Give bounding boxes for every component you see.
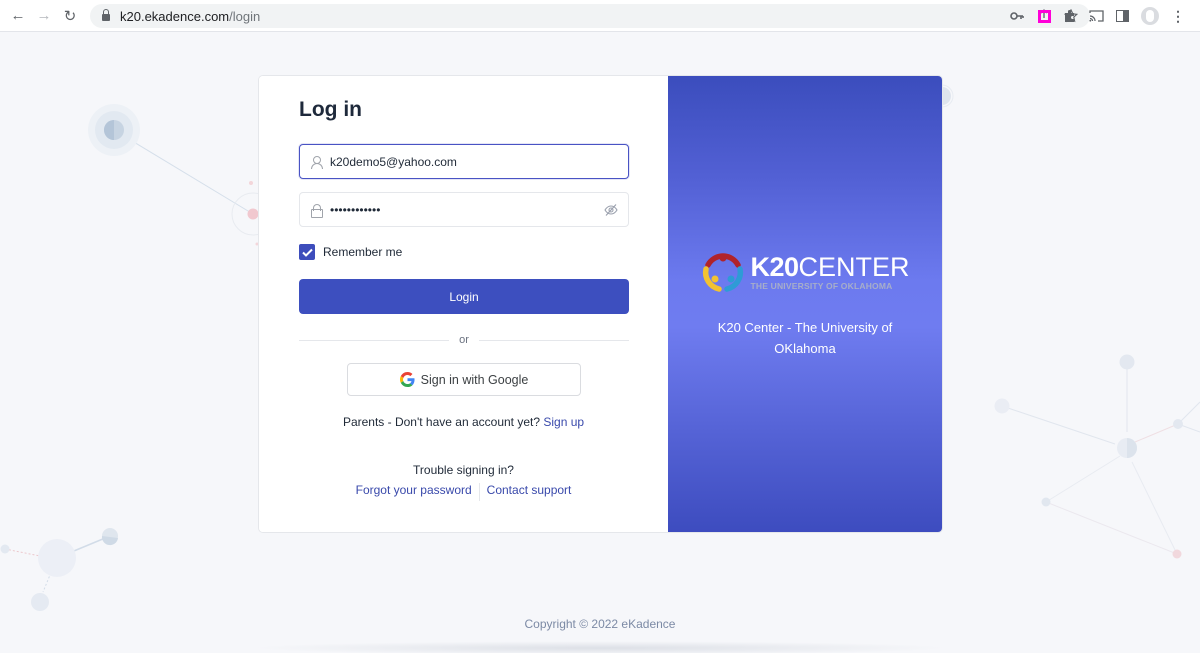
lock-icon <box>310 203 324 218</box>
login-card: Log in Remember me Login or <box>259 76 942 532</box>
forward-button[interactable]: → <box>31 3 57 29</box>
copyright-footer: Copyright © 2022 eKadence <box>0 617 1200 631</box>
contact-support-link[interactable]: Contact support <box>487 483 572 501</box>
extension-pink-icon[interactable] <box>1038 9 1051 23</box>
eye-off-icon[interactable] <box>604 203 618 217</box>
link-separator <box>478 483 480 501</box>
signup-link[interactable]: Sign up <box>543 415 584 429</box>
browser-toolbar: ← → ↻ k20.ekadence.com/login ⋮ <box>0 0 1200 32</box>
brand-panel: K20CENTER THE UNIVERSITY OF OKLAHOMA K20… <box>668 76 942 532</box>
page-title: Log in <box>299 98 362 121</box>
url-path: /login <box>229 8 261 24</box>
menu-icon[interactable]: ⋮ <box>1171 8 1185 25</box>
profile-icon[interactable] <box>1141 7 1159 25</box>
key-icon[interactable] <box>1010 11 1024 21</box>
google-button-label: Sign in with Google <box>420 372 529 387</box>
remember-me[interactable]: Remember me <box>299 244 402 260</box>
cast-icon[interactable] <box>1089 10 1104 22</box>
puzzle-icon[interactable] <box>1063 9 1077 23</box>
user-icon <box>310 155 324 169</box>
help-links: Forgot your password Contact support <box>259 483 668 501</box>
lock-icon[interactable] <box>102 9 110 21</box>
signup-prompt-text: Parents - Don't have an account yet? <box>342 415 541 429</box>
google-sign-in-button[interactable]: Sign in with Google <box>347 363 581 396</box>
url-host: k20.ekadence.com <box>120 8 230 24</box>
url-text[interactable]: k20.ekadence.com/login <box>120 9 260 24</box>
logo-wordmark: K20CENTER <box>750 253 909 281</box>
signup-prompt: Parents - Don't have an account yet? Sig… <box>259 415 668 429</box>
logo-light: CENTER <box>798 252 910 282</box>
email-field[interactable] <box>299 144 629 179</box>
copyright-prefix: Copyright <box>524 617 576 631</box>
checkmark-icon <box>301 248 313 257</box>
footer-shadow <box>250 641 950 653</box>
password-field[interactable] <box>299 192 629 227</box>
side-panel-icon[interactable] <box>1116 10 1129 22</box>
reload-button[interactable]: ↻ <box>57 3 83 29</box>
copyright-suffix: 2022 eKadence <box>591 617 676 631</box>
divider-text: or <box>459 334 469 346</box>
divider-line <box>299 339 450 341</box>
logo-subtitle: THE UNIVERSITY OF OKLAHOMA <box>750 281 893 291</box>
copyright-icon: © <box>579 617 589 631</box>
password-input[interactable] <box>330 202 590 217</box>
login-button[interactable]: Login <box>299 279 629 314</box>
divider-line <box>478 339 629 341</box>
k20-logo: K20CENTER THE UNIVERSITY OF OKLAHOMA <box>700 249 910 295</box>
google-icon <box>399 372 415 387</box>
logo-bold: K20 <box>750 252 799 282</box>
forgot-password-link[interactable]: Forgot your password <box>356 483 472 501</box>
trouble-signing-in-text: Trouble signing in? <box>413 463 514 477</box>
login-form: Log in Remember me Login or <box>259 76 668 532</box>
remember-me-label: Remember me <box>323 245 403 259</box>
back-button[interactable]: ← <box>5 3 31 29</box>
k20-people-circle-icon <box>703 253 744 292</box>
remember-me-checkbox[interactable] <box>299 244 315 260</box>
or-divider: or <box>299 333 629 347</box>
email-input[interactable] <box>330 154 590 169</box>
address-bar[interactable]: k20.ekadence.com/login <box>90 4 1090 28</box>
brand-caption: K20 Center - The University of OKlahoma <box>717 320 893 356</box>
